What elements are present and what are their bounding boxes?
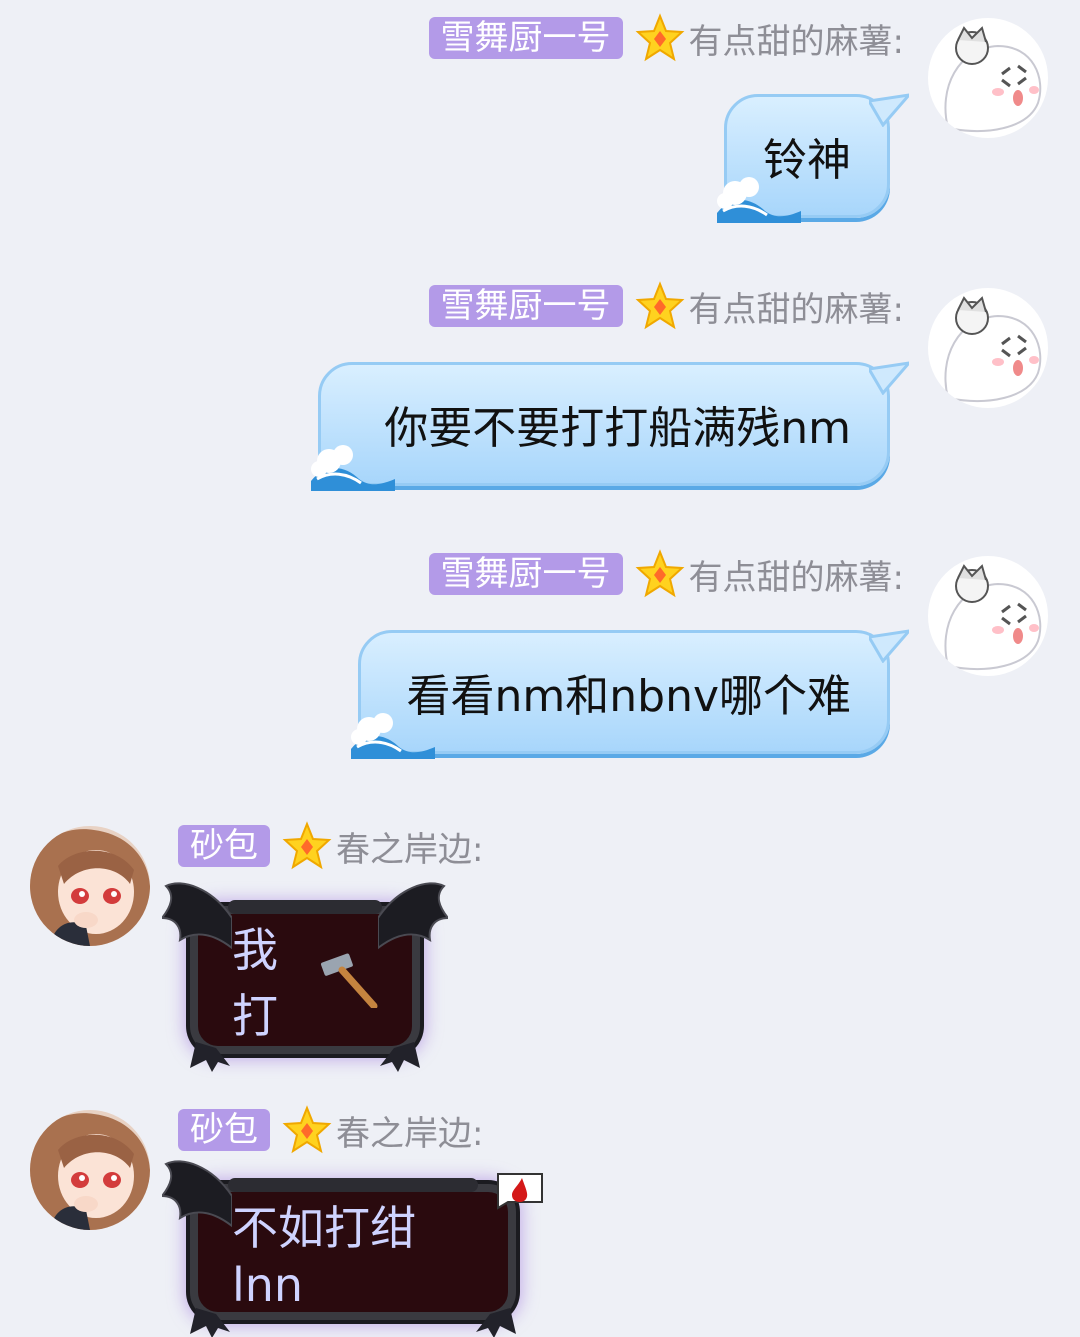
star-icon xyxy=(282,1105,332,1155)
message-bubble[interactable]: 看看nm和nbnv哪个难 xyxy=(351,629,909,759)
claw-icon xyxy=(380,1042,420,1072)
star-icon xyxy=(282,821,332,871)
message-text: 看看nm和nbnv哪个难 xyxy=(406,671,852,722)
message-header: 雪舞厨一号 有点甜的麻薯: xyxy=(428,13,904,63)
bubble-tail xyxy=(869,361,909,395)
title-badge[interactable]: 雪舞厨一号 xyxy=(428,285,623,327)
star-icon xyxy=(635,13,685,63)
star-icon xyxy=(635,281,685,331)
avatar[interactable] xyxy=(30,826,150,946)
message-bubble[interactable]: 不如打绀lnn xyxy=(162,1160,516,1337)
sender-nickname[interactable]: 有点甜的麻薯: xyxy=(689,550,904,599)
avatar[interactable] xyxy=(30,1110,150,1230)
claw-icon xyxy=(476,1308,516,1337)
message-header: 雪舞厨一号 有点甜的麻薯: xyxy=(428,281,904,331)
message-text: 你要不要打打船满残nm xyxy=(384,403,851,454)
avatar[interactable] xyxy=(928,556,1048,676)
message-text: 铃神 xyxy=(763,135,851,186)
message-header: 砂包 春之岸边: xyxy=(178,821,483,871)
message-header: 雪舞厨一号 有点甜的麻薯: xyxy=(428,549,904,599)
sender-nickname[interactable]: 有点甜的麻薯: xyxy=(689,14,904,63)
frame-bar xyxy=(228,900,382,914)
star-icon xyxy=(635,549,685,599)
claw-icon xyxy=(190,1308,230,1337)
bat-wing-icon xyxy=(378,882,448,950)
chat-log: 雪舞厨一号 有点甜的麻薯: 铃神 雪舞厨一号 有点甜的麻薯: 你要不要打打船满残… xyxy=(0,0,1080,1337)
frame-bar xyxy=(228,1178,478,1192)
message-bubble[interactable]: 我打 xyxy=(162,882,448,1072)
sender-nickname[interactable]: 春之岸边: xyxy=(336,822,483,871)
title-badge[interactable]: 砂包 xyxy=(178,825,270,867)
sender-nickname[interactable]: 春之岸边: xyxy=(336,1106,483,1155)
claw-icon xyxy=(190,1042,230,1072)
title-badge[interactable]: 雪舞厨一号 xyxy=(428,553,623,595)
bubble-tail xyxy=(869,629,909,663)
bubble-tail xyxy=(869,93,909,127)
avatar[interactable] xyxy=(928,18,1048,138)
title-badge[interactable]: 砂包 xyxy=(178,1109,270,1151)
message-text: 不如打绀lnn xyxy=(232,1201,416,1312)
message-header: 砂包 春之岸边: xyxy=(178,1105,483,1155)
hammer-icon xyxy=(316,952,378,1010)
message-text: 我打 xyxy=(232,923,278,1043)
message-bubble[interactable]: 你要不要打打船满残nm xyxy=(311,361,909,491)
sender-nickname[interactable]: 有点甜的麻薯: xyxy=(689,282,904,331)
bat-wing-icon xyxy=(162,882,232,950)
avatar[interactable] xyxy=(928,288,1048,408)
bat-wing-icon xyxy=(162,1160,232,1228)
message-bubble[interactable]: 铃神 xyxy=(717,93,909,223)
blood-drop-icon xyxy=(497,1173,543,1210)
title-badge[interactable]: 雪舞厨一号 xyxy=(428,17,623,59)
